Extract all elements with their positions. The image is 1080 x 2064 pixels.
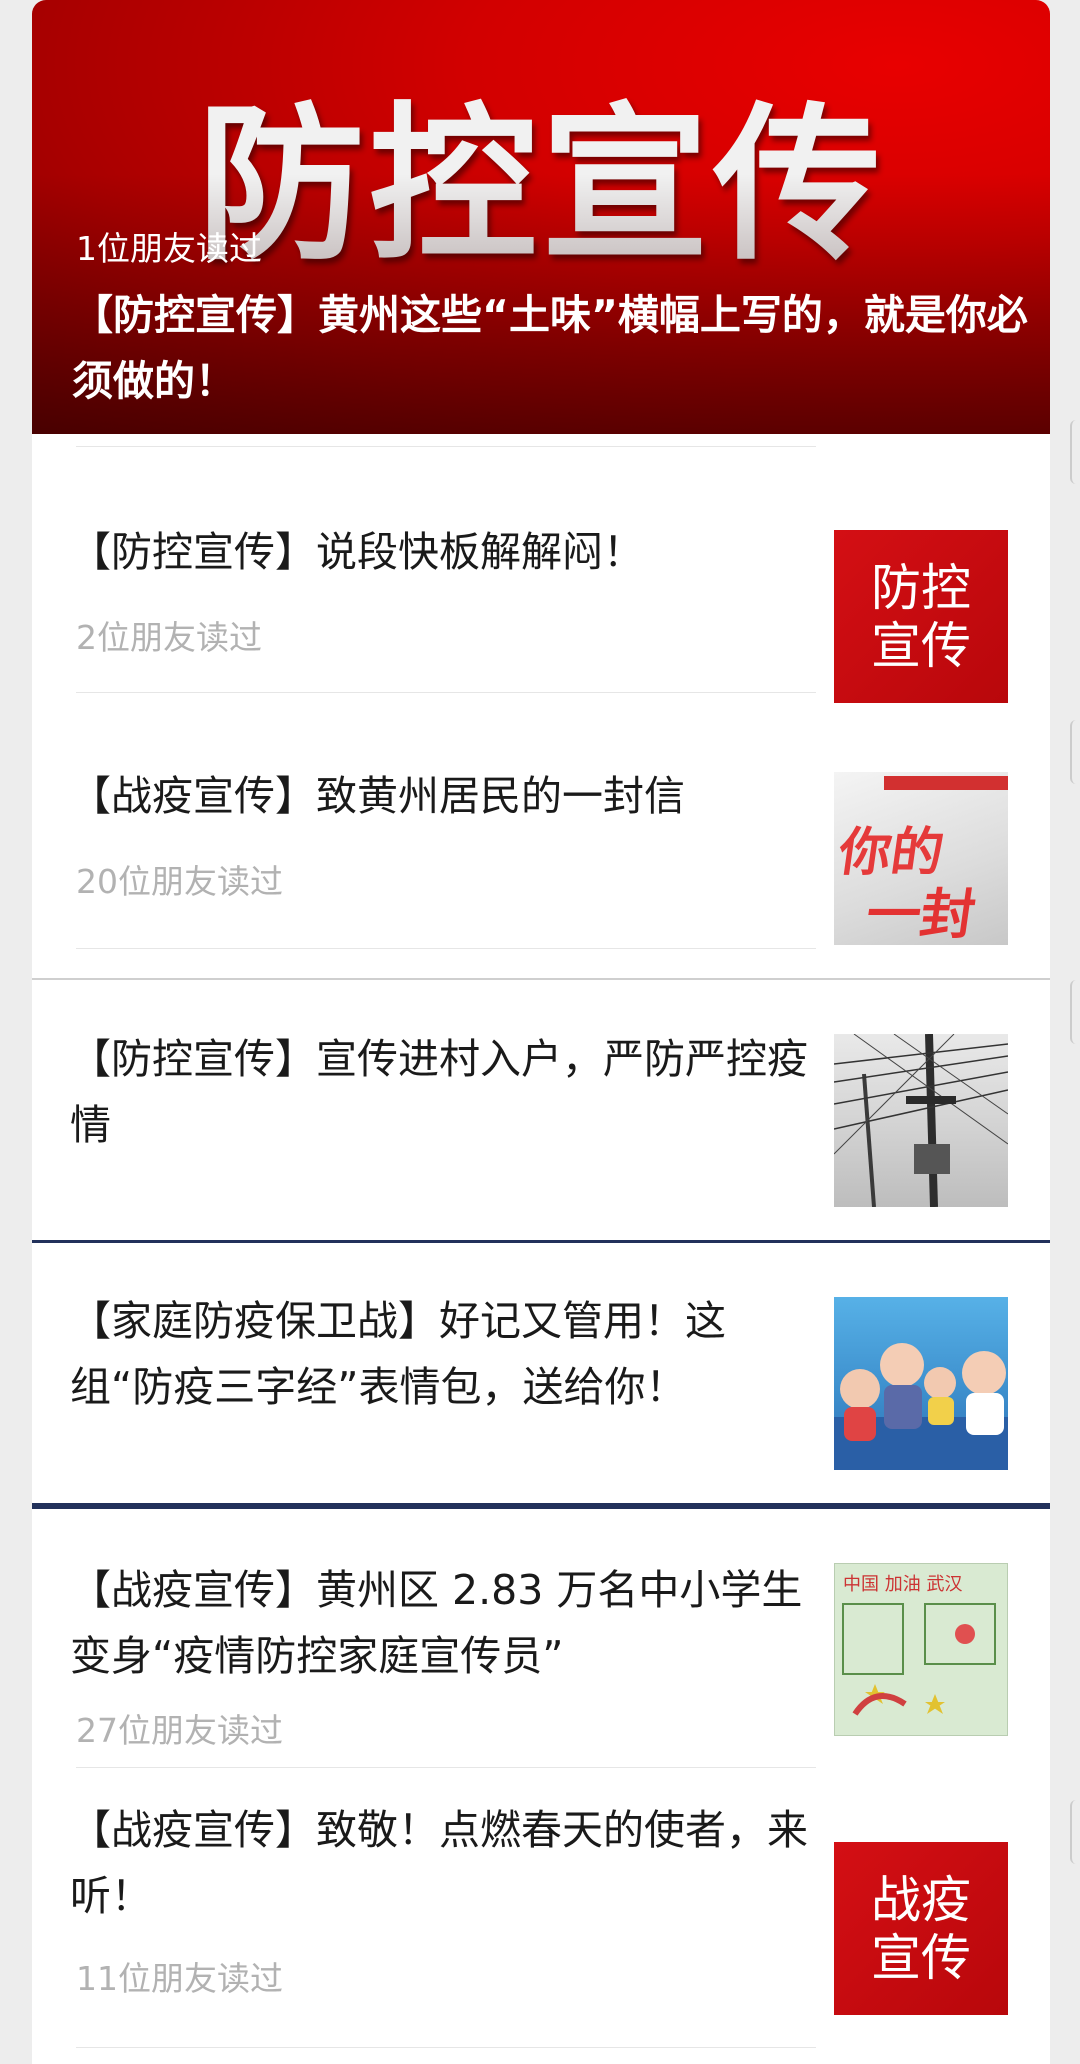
article-title: 【战疫宣传】黄州区 2.83 万名中小学生变身“疫情防控家庭宣传员” [70,1566,803,1680]
article-title: 【战疫宣传】致黄州居民的一封信 [70,772,685,820]
article-row[interactable]: 【防控宣传】说段快板解解闷！ 2位朋友读过 防控 宣传 [32,446,1050,704]
cartoon-family-image-icon [834,1297,1008,1470]
power-lines-image-icon [834,1034,1008,1207]
row-divider [76,2047,816,2048]
child-drawing-graphic [842,1603,996,1716]
cartoon-family-graphic [834,1343,1008,1470]
article-card[interactable]: 【防控宣传】宣传进村入户，严防严控疫情 [32,980,1050,1240]
scroll-indicator[interactable] [1070,420,1080,484]
article-title: 【家庭防疫保卫战】好记又管用！这组“防疫三字经”表情包，送给你！ [70,1297,726,1411]
article-read-count: 2位朋友读过 [76,618,262,657]
article-group-1: 【防控宣传】说段快板解解闷！ 2位朋友读过 防控 宣传 【战疫宣传】致黄州居民的… [32,434,1050,978]
article-list-screen: 防控宣传 1位朋友读过 【防控宣传】黄州这些“土味”横幅上写的，就是你必须做的！… [0,0,1080,2064]
article-title: 【战疫宣传】致敬！点燃春天的使者，来听！ [70,1806,808,1920]
letter-image-icon: 你的 一封信 [834,772,1008,945]
article-row[interactable]: 【战疫宣传】致敬！点燃春天的使者，来听！ 11位朋友读过 战疫 宣传 [32,1767,1050,2057]
thumb-text-line: 战疫 [871,1870,971,1929]
thumb-band [884,776,1008,790]
article-read-count: 11位朋友读过 [76,1959,283,1998]
row-divider [76,948,816,949]
article-read-count: 20位朋友读过 [76,862,283,901]
hero-article-card[interactable]: 防控宣传 1位朋友读过 【防控宣传】黄州这些“土味”横幅上写的，就是你必须做的！ [32,0,1050,434]
hero-title: 【防控宣传】黄州这些“土味”横幅上写的，就是你必须做的！ [72,291,1028,405]
article-row[interactable]: 【战疫宣传】致黄州居民的一封信 20位朋友读过 你的 一封信 [32,692,1050,948]
thumb-text-line: 防控 [871,558,971,617]
hero-read-count: 1位朋友读过 [76,229,262,268]
scroll-indicator[interactable] [1070,720,1080,784]
red-badge-image-icon: 防控 宣传 [834,530,1008,703]
red-badge-image-icon: 战疫 宣传 [834,1842,1008,2015]
article-row[interactable]: 【战疫宣传】黄州区 2.83 万名中小学生变身“疫情防控家庭宣传员” 27位朋友… [32,1509,1050,1767]
article-read-count: 27位朋友读过 [76,1711,283,1750]
power-lines-graphic [834,1034,1008,1207]
child-drawing-image-icon: 中国 加油 武汉 [834,1563,1008,1736]
thumb-text-line: 宣传 [871,616,971,675]
thumb-text-line: 一封信 [862,883,980,945]
scroll-indicator[interactable] [1070,1800,1080,1864]
article-title: 【防控宣传】说段快板解解闷！ [70,528,644,576]
thumb-text-line: 宣传 [871,1928,971,1987]
article-title: 【防控宣传】宣传进村入户，严防严控疫情 [70,1035,808,1149]
article-group-2: 【战疫宣传】黄州区 2.83 万名中小学生变身“疫情防控家庭宣传员” 27位朋友… [32,1509,1050,2064]
scroll-indicator[interactable] [1070,980,1080,1044]
article-card[interactable]: 【家庭防疫保卫战】好记又管用！这组“防疫三字经”表情包，送给你！ [32,1243,1050,1503]
